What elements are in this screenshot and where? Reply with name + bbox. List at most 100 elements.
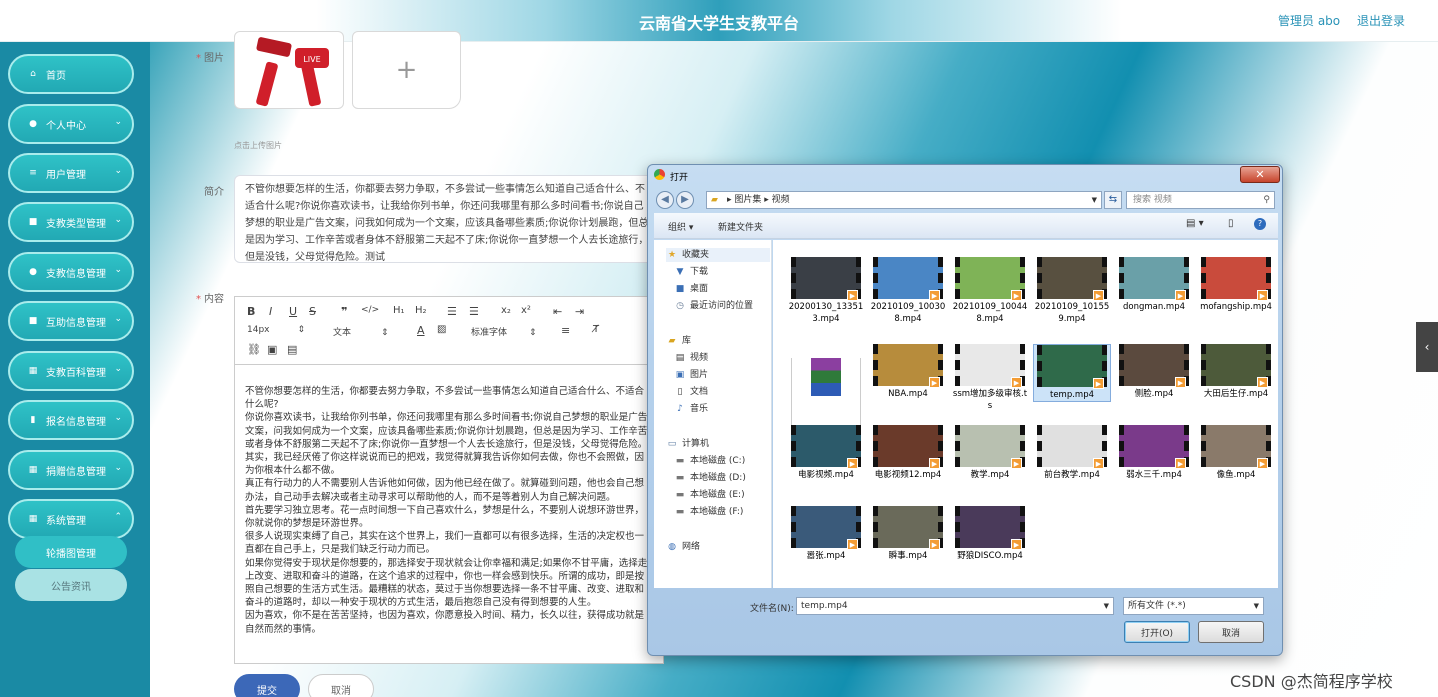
nav-downloads[interactable]: ▼ 下载 (674, 265, 708, 279)
file-item[interactable]: ▶ 教学.mp4 (951, 425, 1029, 481)
file-item[interactable]: ▶ 嚣张.mp4 (787, 506, 865, 562)
image-icon[interactable]: ▣ (267, 343, 277, 356)
breadcrumb-videos[interactable]: 视频 (772, 195, 790, 205)
file-item[interactable]: ▶ 20210109_100448.mp4 (951, 257, 1029, 325)
sidebar-subitem-announcement[interactable]: 公告资讯 (15, 569, 127, 601)
back-button[interactable]: ◀ (656, 191, 674, 209)
forward-button[interactable]: ▶ (676, 191, 694, 209)
nav-disk-f[interactable]: ▬ 本地磁盘 (F:) (674, 505, 744, 519)
sidebar-item-mutual-help[interactable]: ■ 互助信息管理 ⌄ (8, 301, 134, 341)
file-item[interactable]: ▶ 像鱼.mp4 (1197, 425, 1275, 481)
file-item[interactable]: ▶ 侧脸.mp4 (1115, 344, 1193, 400)
sidebar-item-home[interactable]: ⌂ 首页 (8, 54, 134, 94)
file-item[interactable]: ▶ 20200130_133513.mp4 (787, 257, 865, 325)
sidebar-item-teaching-info[interactable]: ● 支教信息管理 ⌄ (8, 252, 134, 292)
file-item[interactable]: ▶ dongman.mp4 (1115, 257, 1193, 313)
nav-videos[interactable]: ▤ 视频 (674, 351, 708, 365)
file-item[interactable]: ▶ 弱水三千.mp4 (1115, 425, 1193, 481)
refresh-icon[interactable]: ⇆ (1104, 191, 1122, 209)
bold-button[interactable]: B (247, 305, 255, 318)
heading1-button[interactable]: H₁ (393, 305, 405, 316)
side-panel-toggle[interactable]: ‹ (1416, 322, 1438, 372)
nav-disk-c[interactable]: ▬ 本地磁盘 (C:) (674, 454, 745, 468)
cancel-button[interactable]: 取消 (308, 674, 374, 697)
nav-favorites[interactable]: ★ 收藏夹 (666, 248, 770, 262)
sidebar-item-user-management[interactable]: ≡ 用户管理 ⌄ (8, 153, 134, 193)
filename-input[interactable]: temp.mp4 ▼ (796, 597, 1114, 615)
file-item[interactable]: ▶ 电影视频.mp4 (787, 425, 865, 481)
dialog-cancel-button[interactable]: 取消 (1198, 621, 1264, 643)
video-icon[interactable]: ▤ (287, 343, 297, 356)
nav-pictures[interactable]: ▣ 图片 (674, 368, 708, 382)
file-item[interactable]: ▶ 20210109_100308.mp4 (869, 257, 947, 325)
nav-desktop[interactable]: ■ 桌面 (674, 282, 708, 296)
superscript-button[interactable]: x² (521, 305, 531, 316)
preview-pane-icon[interactable]: ▯ (1228, 218, 1234, 229)
file-item[interactable]: ▶ temp.mp4 (1033, 344, 1111, 402)
sidebar-item-donation[interactable]: ▦ 捐赠信息管理 ⌄ (8, 450, 134, 490)
code-icon[interactable]: </> (361, 305, 379, 315)
close-button[interactable]: ✕ (1240, 166, 1280, 183)
breadcrumb-pictures[interactable]: 图片集 (734, 195, 761, 205)
strikethrough-button[interactable]: S (309, 305, 316, 318)
sidebar-item-signup[interactable]: ▮ 报名信息管理 ⌄ (8, 400, 134, 440)
intro-textarea[interactable]: 不管你想要怎样的生活，你都要去努力争取，不多尝试一些事情怎么知道自己适合什么、不… (234, 175, 664, 263)
submit-button[interactable]: 提交 (234, 674, 300, 697)
file-item[interactable]: ▶ NBA.mp4 (869, 344, 947, 400)
file-item[interactable]: ▶ 野狼DISCO.mp4 (951, 506, 1029, 562)
sidebar-item-system[interactable]: ▦ 系统管理 ⌃ (8, 499, 134, 539)
underline-button[interactable]: U (289, 305, 297, 318)
view-options-icon[interactable]: ▤ ▾ (1186, 218, 1204, 229)
file-item[interactable]: ▶ 电影视频12.mp4 (869, 425, 947, 481)
dropdown-arrow-icon[interactable]: ▼ (1092, 192, 1097, 208)
file-item[interactable]: ▶ mofangship.mp4 (1197, 257, 1275, 313)
filetype-select[interactable]: 所有文件 (*.*) ▼ (1123, 597, 1264, 615)
admin-user-link[interactable]: 管理员 abo (1278, 12, 1340, 29)
heading2-button[interactable]: H₂ (415, 305, 427, 316)
font-family-select[interactable]: 标准字体 ⇕ (471, 325, 537, 338)
rich-text-editor[interactable]: B I U S ❞ </> H₁ H₂ ☰ ☰ x₂ x² ⇤ ⇥ 14px ⇕ … (234, 296, 664, 664)
help-icon[interactable]: ? (1254, 218, 1266, 230)
outdent-icon[interactable]: ⇤ (553, 305, 562, 318)
nav-computer[interactable]: ▭ 计算机 (666, 437, 709, 451)
organize-button[interactable]: 组织 ▾ (668, 220, 693, 233)
sidebar-item-teaching-type[interactable]: ■ 支教类型管理 ⌄ (8, 202, 134, 242)
bullet-list-icon[interactable]: ☰ (469, 305, 479, 318)
subscript-button[interactable]: x₂ (501, 305, 511, 316)
new-folder-button[interactable]: 新建文件夹 (718, 220, 763, 233)
file-item[interactable]: ▶ ssm增加多级审核.ts (951, 344, 1029, 412)
align-icon[interactable]: ≡ (561, 324, 570, 337)
uploaded-image-thumbnail[interactable]: LIVE (234, 31, 344, 109)
sidebar-subitem-carousel[interactable]: 轮播图管理 (15, 536, 127, 568)
background-color-icon[interactable]: ▨ (437, 324, 446, 335)
nav-disk-d[interactable]: ▬ 本地磁盘 (D:) (674, 471, 746, 485)
nav-recent[interactable]: ◷ 最近访问的位置 (674, 299, 753, 313)
logout-link[interactable]: 退出登录 (1357, 12, 1405, 29)
open-button[interactable]: 打开(O) (1124, 621, 1190, 643)
address-bar[interactable]: ▰ ▸ 图片集 ▸ 视频 ▼ (706, 191, 1102, 209)
clear-format-icon[interactable]: T̸ (593, 324, 599, 335)
search-input[interactable]: 搜索 视频 ⚲ (1126, 191, 1275, 209)
nav-disk-e[interactable]: ▬ 本地磁盘 (E:) (674, 488, 745, 502)
editor-content[interactable]: 不管你想要怎样的生活，你都要去努力争取，不多尝试一些事情怎么知道自己适合什么、不… (235, 365, 663, 663)
dropdown-arrow-icon[interactable]: ▼ (1104, 598, 1109, 614)
nav-libraries[interactable]: ▰ 库 (666, 334, 691, 348)
sidebar-item-encyclopedia[interactable]: ▦ 支教百科管理 ⌄ (8, 351, 134, 391)
ordered-list-icon[interactable]: ☰ (447, 305, 457, 318)
italic-button[interactable]: I (269, 305, 272, 318)
file-item[interactable]: ▶ 瞬事.mp4 (869, 506, 947, 562)
nav-documents[interactable]: ▯ 文档 (674, 385, 709, 399)
file-item[interactable]: ▶ 大田后生仔.mp4 (1197, 344, 1275, 400)
font-size-select[interactable]: 14px ⇕ (247, 325, 305, 335)
text-type-select[interactable]: 文本 ⇕ (333, 325, 389, 338)
file-item[interactable]: ▶ 前台教学.mp4 (1033, 425, 1111, 481)
indent-icon[interactable]: ⇥ (575, 305, 584, 318)
nav-network[interactable]: ◍ 网络 (666, 540, 700, 554)
font-color-icon[interactable]: A (417, 324, 425, 337)
add-image-button[interactable]: + (352, 31, 461, 109)
blockquote-icon[interactable]: ❞ (341, 305, 347, 318)
sidebar-item-personal-center[interactable]: ● 个人中心 ⌄ (8, 104, 134, 144)
link-icon[interactable]: ⛓ (247, 343, 261, 356)
file-item[interactable]: ▶ 20210109_101559.mp4 (1033, 257, 1111, 325)
nav-music[interactable]: ♪ 音乐 (674, 402, 708, 416)
